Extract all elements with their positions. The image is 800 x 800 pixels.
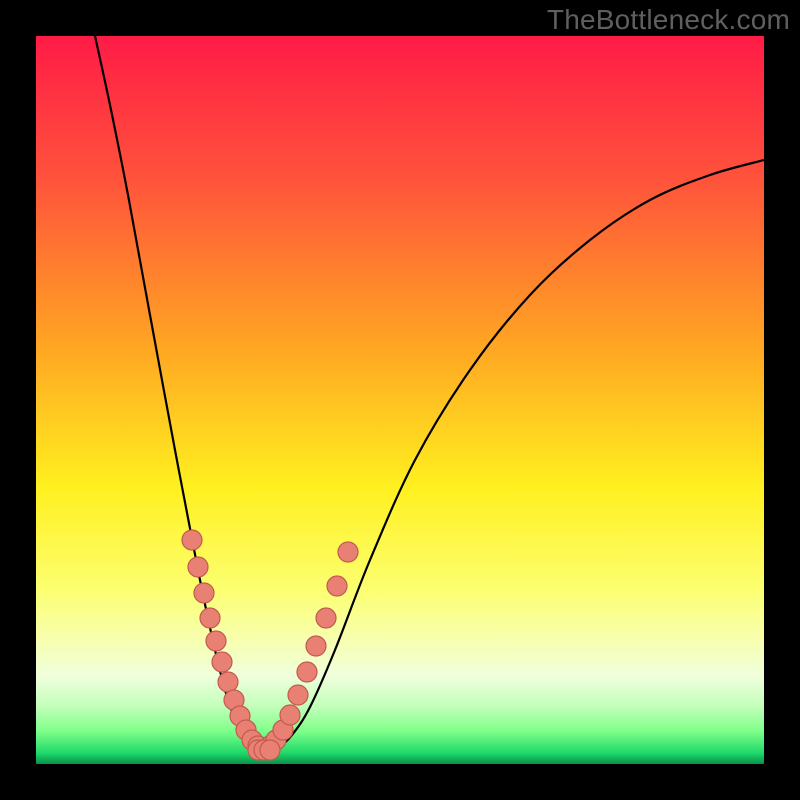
- marker-right: [338, 542, 358, 562]
- marker-left: [218, 672, 238, 692]
- marker-left: [206, 631, 226, 651]
- marker-bottom: [260, 740, 280, 760]
- marker-right: [316, 608, 336, 628]
- watermark-text: TheBottleneck.com: [547, 4, 790, 36]
- marker-right: [297, 662, 317, 682]
- marker-left: [188, 557, 208, 577]
- marker-right: [327, 576, 347, 596]
- marker-left: [212, 652, 232, 672]
- marker-right: [288, 685, 308, 705]
- marker-right: [306, 636, 326, 656]
- marker-left: [182, 530, 202, 550]
- chart-frame: { "watermark": "TheBottleneck.com", "cha…: [0, 0, 800, 800]
- plot-background: [36, 36, 764, 764]
- marker-left: [200, 608, 220, 628]
- marker-left: [194, 583, 214, 603]
- marker-right: [280, 705, 300, 725]
- chart-svg: [0, 0, 800, 800]
